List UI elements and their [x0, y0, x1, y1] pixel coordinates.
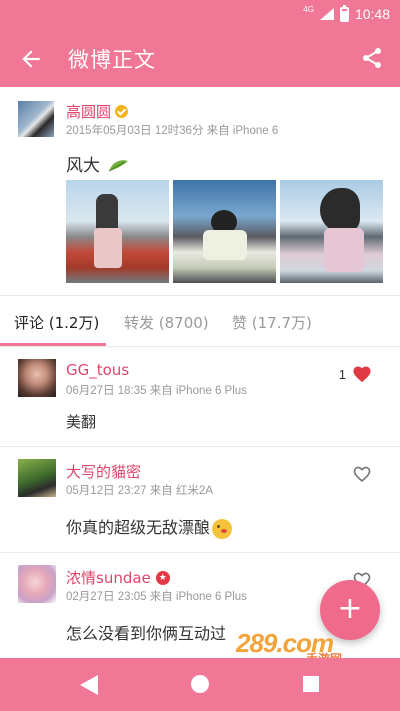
post-text-row: 风大: [66, 151, 129, 176]
heart-filled-icon: [353, 366, 371, 383]
weibo-post: 高圆圆 2015年05月03日 12时36分 来自 iPhone 6 风大: [0, 87, 400, 295]
share-icon[interactable]: [360, 46, 384, 70]
status-time: 10:48: [354, 6, 390, 22]
network-type: 4G: [303, 5, 314, 14]
comment-meta: 05月12日 23:27 来自 红米2A: [66, 485, 214, 497]
author-name-row: 高圆圆: [66, 101, 129, 122]
tab-likes[interactable]: 赞 (17.7万): [232, 312, 312, 333]
like-button[interactable]: [352, 465, 372, 483]
comment-author[interactable]: GG_tous: [66, 361, 129, 379]
comment-item: 大写的貓密 05月12日 23:27 来自 红米2A 你真的超级无敌漂酿: [0, 447, 400, 553]
heart-outline-icon: [353, 466, 371, 483]
active-tab-indicator: [0, 343, 106, 346]
leaf-icon: [109, 160, 129, 172]
battery-icon: [339, 4, 349, 22]
status-bar: 4G 10:48: [0, 0, 400, 30]
author-avatar[interactable]: [18, 101, 54, 137]
post-photo-2[interactable]: [173, 180, 276, 283]
tab-comments[interactable]: 评论 (1.2万): [14, 312, 99, 333]
post-photo-3[interactable]: [280, 180, 383, 283]
comment-text: 怎么没看到你俩互动过: [66, 624, 227, 643]
comment-text: 美翻: [66, 413, 97, 431]
verified-badge-icon: [115, 105, 129, 118]
nav-home-icon[interactable]: [191, 675, 209, 693]
comment-avatar[interactable]: [18, 565, 56, 603]
like-count: 1: [338, 366, 346, 382]
like-button[interactable]: 1: [339, 365, 372, 383]
comment-author-row: 浓情sundae ★: [66, 567, 170, 588]
comment-meta: 02月27日 23:05 来自 iPhone 6 Plus: [66, 591, 247, 603]
post-photo-1[interactable]: [66, 180, 169, 283]
star-badge-icon: ★: [155, 570, 170, 585]
nav-back-icon[interactable]: [80, 675, 98, 695]
comment-author[interactable]: 浓情sundae: [66, 569, 151, 587]
kiss-emoji-icon: [212, 518, 233, 539]
page-title: 微博正文: [68, 48, 156, 72]
post-meta: 2015年05月03日 12时36分 来自 iPhone 6: [66, 125, 279, 137]
system-nav-bar: [0, 658, 400, 711]
comment-item: GG_tous 06月27日 18:35 来自 iPhone 6 Plus 美翻…: [0, 347, 400, 447]
comment-avatar[interactable]: [18, 459, 56, 497]
comment-author[interactable]: 大写的貓密: [66, 461, 141, 482]
arrow-back-icon[interactable]: [18, 46, 44, 72]
comment-text-row: 你真的超级无敌漂酿: [66, 514, 233, 539]
tab-reposts[interactable]: 转发 (8700): [124, 312, 209, 333]
nav-recents-icon[interactable]: [303, 676, 319, 692]
post-tabs: 评论 (1.2万) 转发 (8700) 赞 (17.7万): [0, 295, 400, 347]
comment-text: 你真的超级无敌漂酿: [66, 518, 211, 537]
signal-icon: [319, 8, 334, 20]
app-bar: 微博正文: [0, 30, 400, 87]
author-name[interactable]: 高圆圆: [66, 103, 111, 121]
comment-meta: 06月27日 18:35 来自 iPhone 6 Plus: [66, 385, 247, 397]
post-text: 风大: [66, 156, 100, 176]
comment-avatar[interactable]: [18, 359, 56, 397]
